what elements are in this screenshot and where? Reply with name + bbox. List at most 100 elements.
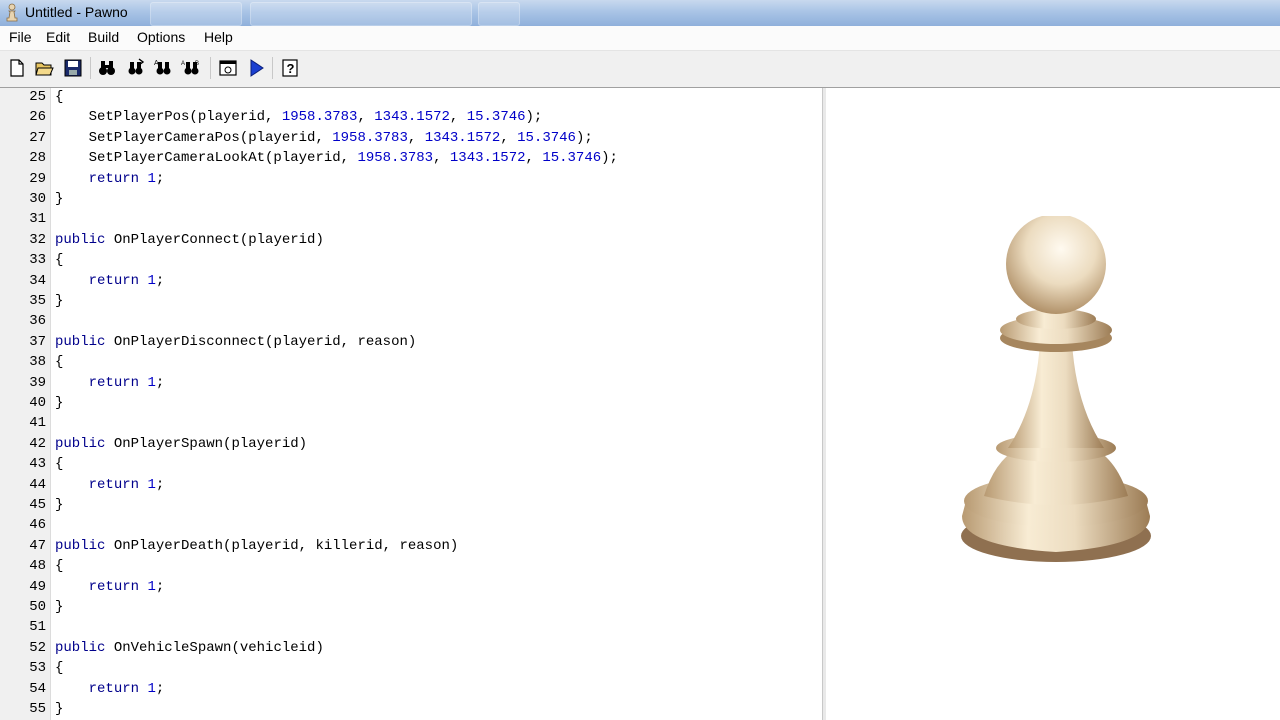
code-token: ); [525, 109, 543, 126]
code-line[interactable]: 45} [0, 495, 822, 515]
menu-build[interactable]: Build [86, 29, 121, 45]
number-token: 1 [147, 680, 156, 697]
code-line[interactable]: 55} [0, 699, 822, 719]
code-token: ; [155, 680, 165, 697]
code-text: { [55, 250, 63, 270]
compile-run-button[interactable] [244, 56, 268, 80]
code-token: SetPlayerPos(playerid, [55, 109, 282, 126]
code-line[interactable]: 46 [0, 515, 822, 535]
code-line[interactable]: 42 public OnPlayerSpawn(playerid) [0, 434, 822, 454]
help-button[interactable]: ? [278, 56, 302, 80]
code-line[interactable]: 30} [0, 189, 822, 209]
line-number: 32 [29, 231, 46, 248]
help-question-icon: ? [282, 59, 298, 77]
line-number: 50 [29, 599, 46, 615]
code-token: { [55, 558, 64, 575]
code-line[interactable]: 54 return 1; [0, 679, 822, 699]
code-line[interactable]: 35} [0, 291, 822, 311]
calendar-goto-icon [219, 60, 237, 76]
code-token: , [433, 150, 450, 167]
keyword-token: return [88, 680, 140, 697]
code-line[interactable]: 33 { [0, 250, 822, 270]
number-token: 1 [147, 170, 156, 187]
code-line[interactable]: 29 return 1; [0, 169, 822, 189]
line-number: 46 [29, 517, 46, 534]
code-token: } [55, 293, 64, 309]
code-token: OnPlayerSpawn(playerid) [105, 435, 308, 452]
code-text: { [55, 658, 63, 678]
code-token: OnVehicleSpawn(vehicleid) [105, 639, 324, 656]
line-number: 49 [29, 578, 46, 595]
replace-all-button[interactable]: AB [179, 56, 203, 80]
code-line[interactable]: 25 { [0, 88, 822, 107]
line-number: 48 [29, 558, 46, 575]
number-token: 1 [147, 272, 156, 289]
open-file-button[interactable] [32, 56, 56, 80]
line-number: 45 [29, 497, 46, 513]
binoculars-replace-icon: A [154, 60, 171, 75]
code-line[interactable]: 41 [0, 413, 822, 433]
svg-text:A: A [181, 61, 185, 67]
svg-text:?: ? [287, 61, 295, 76]
save-button[interactable] [61, 56, 85, 80]
keyword-token: return [88, 170, 140, 187]
code-line[interactable]: 36 [0, 311, 822, 331]
code-line[interactable]: 49 return 1; [0, 577, 822, 597]
code-line[interactable]: 26 SetPlayerPos(playerid, 1958.3783, 134… [0, 107, 822, 127]
menu-edit[interactable]: Edit [44, 29, 72, 45]
new-file-button[interactable] [5, 56, 29, 80]
number-token: 15.3746 [466, 109, 526, 126]
code-line[interactable]: 51 [0, 617, 822, 637]
code-token: , [407, 129, 425, 146]
code-token: ; [155, 476, 165, 493]
code-line[interactable]: 27 SetPlayerCameraPos(playerid, 1958.378… [0, 128, 822, 148]
code-text: SetPlayerPos(playerid, 1958.3783, 1343.1… [55, 107, 543, 127]
code-token: { [55, 89, 64, 105]
code-line[interactable]: 40} [0, 393, 822, 413]
goto-line-button[interactable] [216, 56, 240, 80]
find-next-button[interactable] [123, 56, 147, 80]
code-line[interactable]: 44 return 1; [0, 475, 822, 495]
code-line[interactable]: 32 public OnPlayerConnect(playerid) [0, 230, 822, 250]
code-line[interactable]: 37 public OnPlayerDisconnect(playerid, re… [0, 332, 822, 352]
menu-options[interactable]: Options [135, 29, 187, 45]
line-number: 55 [29, 701, 46, 717]
code-line[interactable]: 38 { [0, 352, 822, 372]
code-line[interactable]: 50} [0, 597, 822, 617]
binoculars-replace-all-icon: AB [181, 61, 199, 75]
code-token: } [55, 701, 64, 717]
code-line[interactable]: 31 [0, 209, 822, 229]
code-token: SetPlayerCameraPos(playerid, [55, 129, 333, 146]
number-token: 1 [147, 578, 156, 595]
line-number: 39 [29, 374, 46, 391]
find-button[interactable] [95, 56, 119, 80]
code-token: OnPlayerConnect(playerid) [105, 231, 324, 248]
line-number: 54 [29, 680, 46, 697]
menu-help[interactable]: Help [202, 29, 235, 45]
code-line[interactable]: 47 public OnPlayerDeath(playerid, killeri… [0, 536, 822, 556]
code-line[interactable]: 48 { [0, 556, 822, 576]
code-token: , [357, 109, 375, 126]
code-line[interactable]: 43 { [0, 454, 822, 474]
code-line[interactable]: 52 public OnVehicleSpawn(vehicleid) [0, 638, 822, 658]
binoculars-next-icon [128, 58, 145, 75]
code-text: return 1; [55, 373, 165, 393]
line-number: 28 [29, 150, 46, 167]
code-line[interactable]: 39 return 1; [0, 373, 822, 393]
binoculars-icon [99, 61, 115, 75]
play-icon [250, 59, 264, 77]
menu-file[interactable]: File [7, 29, 34, 45]
code-line[interactable]: 34 return 1; [0, 271, 822, 291]
keyword-token: public [55, 435, 106, 452]
replace-button[interactable]: A [151, 56, 175, 80]
line-number: 43 [29, 456, 46, 473]
code-text: { [55, 352, 63, 372]
code-line[interactable]: 53 { [0, 658, 822, 678]
code-token: { [55, 660, 64, 677]
code-text: return 1; [55, 679, 165, 699]
code-line[interactable]: 28 SetPlayerCameraLookAt(playerid, 1958.… [0, 148, 822, 168]
code-editor[interactable]: 25 {26 SetPlayerPos(playerid, 1958.3783, … [0, 88, 822, 720]
